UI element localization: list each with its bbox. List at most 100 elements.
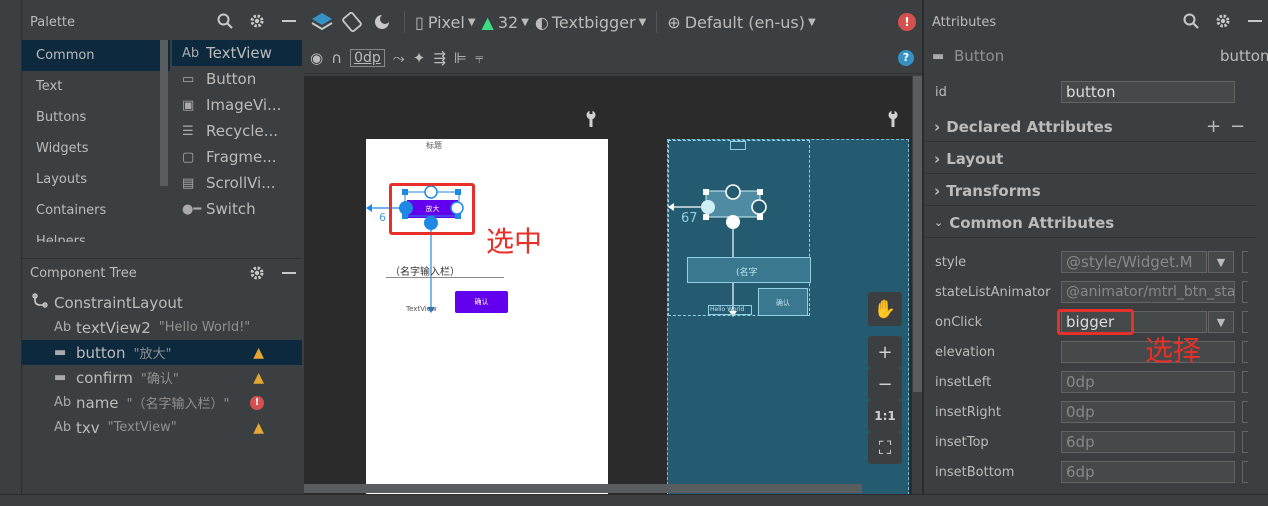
palette-category[interactable]: Layouts xyxy=(22,164,170,195)
palette-item[interactable]: ▢ Fragme... xyxy=(172,144,302,170)
resource-picker-button[interactable] xyxy=(1242,281,1248,303)
section-transforms[interactable]: › Transforms xyxy=(924,176,1256,206)
palette-item[interactable]: Ab TextView xyxy=(172,40,302,66)
inset-bottom-field[interactable]: 6dp xyxy=(1061,461,1235,483)
tree-row[interactable]: Ab name "（名字输入栏）" ! xyxy=(22,390,302,415)
attr-label: insetBottom xyxy=(935,464,1015,480)
design-textview[interactable]: TextView xyxy=(406,305,437,313)
warning-icon[interactable]: ▲ xyxy=(253,420,264,436)
layers-icon[interactable] xyxy=(310,11,334,33)
locale-selector[interactable]: ⊕ Default (en-us) ▼ xyxy=(667,13,815,32)
state-list-animator-field[interactable]: @animator/mtrl_btn_sta xyxy=(1061,281,1235,303)
device-selector[interactable]: ▯ Pixel ▼ xyxy=(415,13,476,32)
palette-scrollbar[interactable] xyxy=(160,40,168,186)
warning-icon[interactable]: ▲ xyxy=(253,370,264,386)
chevron-down-icon[interactable]: ▼ xyxy=(1208,251,1234,273)
blueprint-edittext[interactable]: (名字 xyxy=(687,257,811,283)
minimize-icon[interactable] xyxy=(280,12,298,30)
attributes-title: Attributes xyxy=(932,14,997,30)
section-common-attributes[interactable]: ⌄ Common Attributes xyxy=(924,208,1256,238)
tree-row-root[interactable]: ConstraintLayout xyxy=(22,290,302,315)
design-title-text[interactable]: 标题 xyxy=(426,140,442,151)
api-selector[interactable]: ▲ 32 ▼ xyxy=(482,13,529,32)
wrench-icon[interactable] xyxy=(886,110,900,132)
resource-picker-button[interactable] xyxy=(1242,401,1248,423)
palette-category[interactable]: Text xyxy=(22,71,170,102)
magnet-icon[interactable]: ∩ xyxy=(331,49,342,67)
orientation-icon[interactable] xyxy=(340,11,364,33)
wrench-icon[interactable] xyxy=(584,110,598,132)
guidelines-icon[interactable]: ⫧ xyxy=(475,49,483,67)
zoom-out-button[interactable]: − xyxy=(868,368,902,400)
attr-label: elevation xyxy=(935,344,996,360)
edittext-icon: Ab xyxy=(54,395,72,410)
minimize-icon[interactable] xyxy=(1246,12,1264,30)
resource-picker-button[interactable] xyxy=(1242,461,1248,483)
gear-icon[interactable] xyxy=(1214,12,1232,30)
design-confirm-label: 确认 xyxy=(474,298,489,306)
inset-right-field[interactable]: 0dp xyxy=(1061,401,1235,423)
design-toolbar: ▯ Pixel ▼ ▲ 32 ▼ ◐ Textbigger ▼ ⊕ Defaul… xyxy=(304,6,922,38)
inset-top-field[interactable]: 6dp xyxy=(1061,431,1235,453)
help-indicator[interactable]: ? xyxy=(898,49,914,66)
search-icon[interactable] xyxy=(1182,12,1200,30)
design-confirm-button[interactable]: 确认 xyxy=(455,291,508,313)
search-icon[interactable] xyxy=(216,12,234,30)
palette-category[interactable]: Helpers xyxy=(22,226,170,242)
gear-icon[interactable] xyxy=(248,264,266,282)
palette-item[interactable]: ▭ Button xyxy=(172,66,302,92)
tree-row[interactable]: ▬ button "放大" ▲ xyxy=(22,340,302,365)
palette-category[interactable]: Buttons xyxy=(22,102,170,133)
design-edittext[interactable]: （名字输入栏） xyxy=(390,263,460,278)
resource-picker-button[interactable] xyxy=(1242,371,1248,393)
infer-constraints-icon[interactable]: ✦ xyxy=(413,49,426,67)
id-field[interactable]: button xyxy=(1061,81,1235,103)
align-icon[interactable]: ⊫ xyxy=(454,49,467,67)
canvas-vertical-scrollbar[interactable] xyxy=(913,76,922,392)
palette-item[interactable]: ▣ ImageVi... xyxy=(172,92,302,118)
palette-category[interactable]: Containers xyxy=(22,195,170,226)
locale-label: Default (en-us) xyxy=(684,12,805,32)
zoom-actual-button[interactable]: 1:1 xyxy=(868,400,902,432)
zoom-to-fit-icon[interactable]: ⛶ xyxy=(868,432,902,464)
blueprint-confirm-button[interactable]: 确认 xyxy=(758,288,808,316)
eye-icon[interactable]: ◉ xyxy=(310,49,323,67)
add-icon[interactable]: + xyxy=(1206,116,1221,137)
resource-picker-button[interactable] xyxy=(1242,431,1248,453)
theme-selector[interactable]: ◐ Textbigger ▼ xyxy=(535,13,646,32)
night-mode-icon[interactable] xyxy=(370,11,394,33)
palette-item[interactable]: ▤ ScrollVi... xyxy=(172,170,302,196)
chevron-down-icon[interactable]: ▼ xyxy=(1208,311,1234,333)
remove-icon[interactable]: − xyxy=(1230,116,1245,137)
palette-item[interactable]: ☰ Recycle... xyxy=(172,118,302,144)
gear-icon[interactable] xyxy=(248,12,266,30)
attributes-scrollbar-track[interactable] xyxy=(1256,110,1268,240)
resource-picker-button[interactable] xyxy=(1242,341,1248,363)
tree-row[interactable]: Ab textView2 "Hello World!" xyxy=(22,315,302,340)
section-layout[interactable]: › Layout xyxy=(924,144,1256,174)
resource-picker-button[interactable] xyxy=(1242,251,1248,273)
minimize-icon[interactable] xyxy=(280,264,298,282)
error-indicator[interactable]: ! xyxy=(898,13,916,31)
error-icon[interactable]: ! xyxy=(250,395,264,410)
default-margin[interactable]: 0dp xyxy=(350,48,385,67)
design-surface[interactable]: 标题 放大 6 （名字输入栏） 确认 TextView xyxy=(366,139,608,495)
warning-icon[interactable]: ▲ xyxy=(253,345,264,361)
tree-node-text: "放大" xyxy=(133,347,172,362)
style-field[interactable]: @style/Widget.M xyxy=(1061,251,1207,273)
zoom-in-button[interactable]: + xyxy=(868,336,902,368)
palette-category[interactable]: Widgets xyxy=(22,133,170,164)
tree-row[interactable]: Ab txv "TextView" ▲ xyxy=(22,415,302,440)
tree-row[interactable]: ▬ confirm "确认" ▲ xyxy=(22,365,302,390)
section-declared-attributes[interactable]: › Declared Attributes + − xyxy=(924,112,1256,142)
pan-icon[interactable]: ✋ xyxy=(868,292,902,326)
blueprint-hello-box[interactable]: Hello World xyxy=(708,305,752,315)
palette-item[interactable]: ●━ Switch xyxy=(172,196,302,222)
palette-category[interactable]: Common xyxy=(22,40,170,71)
resource-picker-button[interactable] xyxy=(1242,311,1248,333)
clear-constraints-icon[interactable]: ⤳ xyxy=(393,49,405,67)
inset-left-field[interactable]: 0dp xyxy=(1061,371,1235,393)
canvas-horizontal-scrollbar[interactable] xyxy=(304,484,862,493)
pack-icon[interactable]: ⇶ xyxy=(433,49,446,67)
palette-header: Palette xyxy=(22,6,302,38)
